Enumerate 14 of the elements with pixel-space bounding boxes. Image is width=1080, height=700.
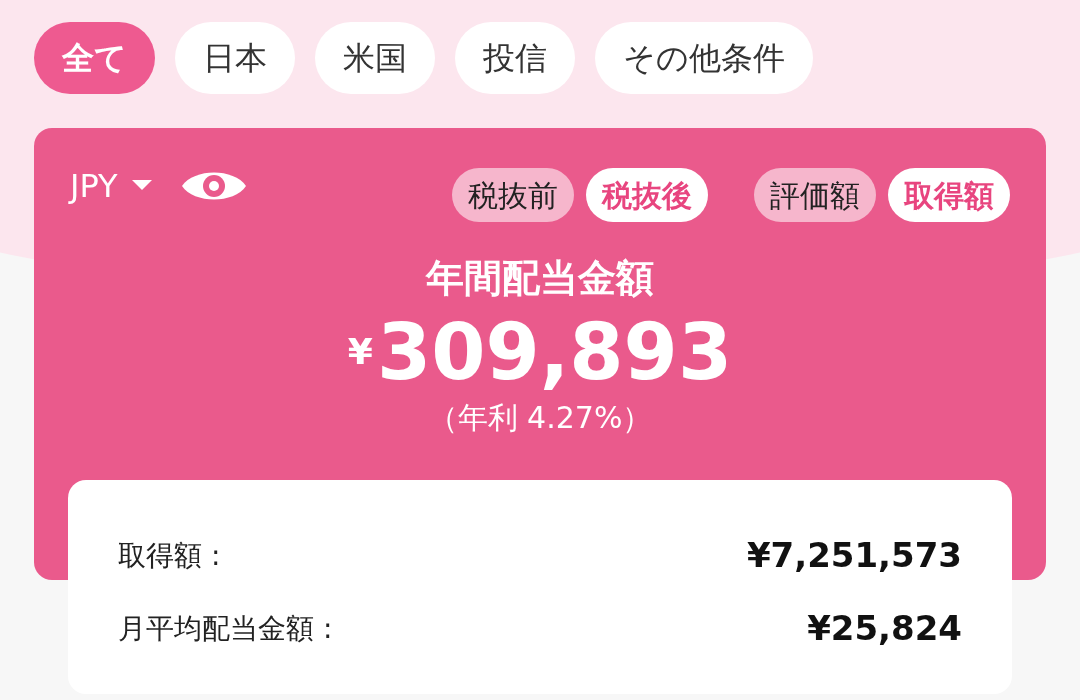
summary-value: ¥7,251,573 (746, 534, 962, 577)
toggle-chip[interactable]: 税抜後 (586, 168, 708, 222)
toggle-chip[interactable]: 税抜前 (452, 168, 574, 222)
filter-chip[interactable]: その他条件 (595, 22, 813, 94)
card-title: 年間配当金額 (426, 255, 654, 302)
currency-symbol: ¥ (347, 330, 373, 374)
toggle-chip[interactable]: 評価額 (754, 168, 876, 222)
yield-text: （年利 4.27%） (427, 399, 653, 437)
dividend-amount: 309,893 (376, 313, 733, 391)
caret-icon (131, 180, 152, 192)
summary-label: 取得額 : (118, 537, 221, 574)
summary-label: 月平均配当金額 : (118, 610, 333, 647)
toggle-chip[interactable]: 取得額 (888, 168, 1010, 222)
summary-value: ¥25,824 (807, 607, 962, 650)
